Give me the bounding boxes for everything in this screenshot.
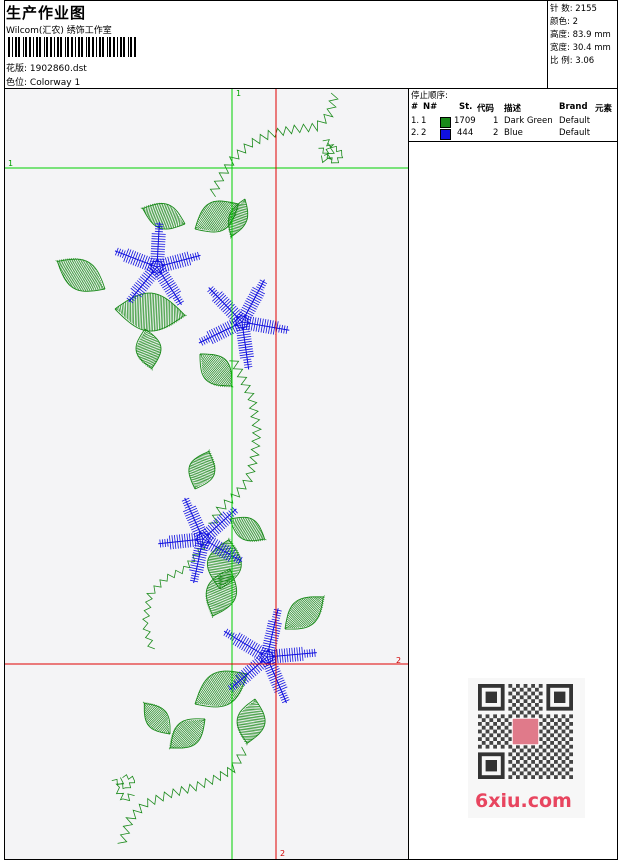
stat-stitches: 针 数: 2155 [550, 4, 597, 14]
col-needle: N# [423, 102, 438, 112]
design-label: 花版: [6, 64, 28, 74]
company-name: Wilcom(汇农) 绣饰工作室 [6, 26, 112, 36]
stop-sequence-header: # N# St. 代码 描述 Brand 元素 [411, 102, 619, 114]
col-code: 代码 [477, 104, 495, 114]
col-element: 元素 [595, 104, 613, 114]
stat-height: 高度: 83.9 mm [550, 30, 611, 40]
col-brand: Brand [559, 102, 588, 112]
guide-label-green-top: 1 [236, 89, 241, 98]
guide-label-red-right: 2 [396, 656, 401, 665]
colorway-value: Colorway 1 [29, 78, 81, 88]
stopseq-divider [408, 141, 618, 142]
stat-colors: 颜色: 2 [550, 17, 578, 27]
design-file: 1902860.dst [29, 64, 87, 74]
frame-top [4, 0, 618, 1]
col-stitches: St. [459, 102, 473, 112]
design-file-row: 花版: 1902860.dst [6, 61, 87, 74]
guide-label-green-left: 1 [8, 159, 13, 168]
col-index: # [411, 102, 419, 112]
embroidery-preview: 1 1 2 2 [5, 89, 408, 859]
watermark-text: 6xiu.com [475, 790, 572, 812]
color-swatch [440, 117, 451, 128]
frame-bottom [4, 859, 618, 860]
stats-divider [547, 0, 548, 89]
col-description: 描述 [504, 104, 522, 114]
colorway-row: 色位: Colorway 1 [6, 75, 80, 88]
stop-sequence-title: 停止顺序: [411, 91, 448, 101]
embroidery-drawing: 1 1 2 2 [5, 89, 408, 859]
table-row: 2. 2 444 2 Blue Default [411, 128, 591, 140]
colorway-label: 色位: [6, 78, 28, 88]
barcode-image [8, 37, 136, 57]
canvas-divider [408, 88, 409, 860]
qr-code-icon [478, 684, 573, 779]
guide-label-red-bottom: 2 [280, 849, 285, 858]
color-swatch [440, 129, 451, 140]
stat-width: 宽度: 30.4 mm [550, 43, 611, 53]
page-title: 生产作业图 [6, 4, 87, 22]
stat-scale: 比 例: 3.06 [550, 56, 595, 66]
design-stats: 针 数: 2155 颜色: 2 高度: 83.9 mm 宽度: 30.4 mm … [550, 3, 611, 68]
